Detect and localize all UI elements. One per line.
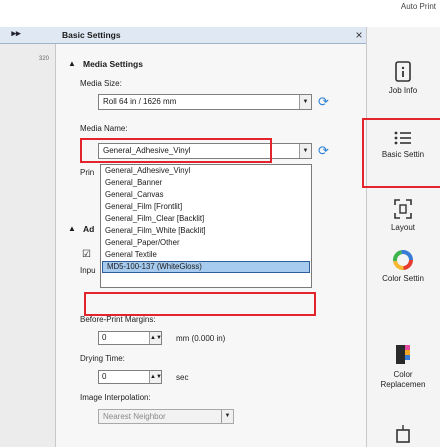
dropdown-option[interactable]: General_Adhesive_Vinyl <box>101 166 311 176</box>
dropdown-option[interactable]: General_Canvas <box>101 190 311 200</box>
refresh-media-size-icon[interactable]: ⟳ <box>318 95 329 109</box>
chevron-down-icon: ▼ <box>299 144 311 158</box>
color-replacement-icon <box>396 345 410 364</box>
before-print-margins-value: 0 <box>102 333 107 342</box>
close-button[interactable]: × <box>352 27 366 44</box>
crop-icon <box>396 425 410 443</box>
chevron-down-icon: ▼ <box>299 95 311 109</box>
image-interpolation-select[interactable]: Nearest Neighbor ▼ <box>98 409 234 424</box>
collapse-media-settings-icon[interactable]: ▲ <box>68 59 76 68</box>
dropdown-option[interactable]: General_Film [Frontlit] <box>101 202 311 212</box>
dropdown-option[interactable]: General_Film_White [Backlit] <box>101 226 311 236</box>
advanced-header-fragment[interactable]: Ad <box>83 224 94 234</box>
nav-item-color-settings[interactable]: Color Settin <box>366 248 440 284</box>
drying-time-label: Drying Time: <box>80 354 125 363</box>
nav-label-line2: Replacemen <box>380 380 426 389</box>
stepper-icon[interactable]: ▲▼ <box>149 371 162 383</box>
stepper-icon[interactable]: ▲▼ <box>149 332 162 344</box>
input-label-fragment: Inpu <box>80 266 96 275</box>
media-name-dropdown[interactable]: General_Adhesive_Vinyl General_Banner Ge… <box>100 164 312 288</box>
media-size-select[interactable]: Roll 64 in / 1626 mm ▼ <box>98 94 312 110</box>
nav-item-basic-settings[interactable]: Basic Settin <box>366 128 440 160</box>
drying-time-unit: sec <box>176 373 189 382</box>
refresh-media-name-icon[interactable]: ⟳ <box>318 144 329 158</box>
nav-item-next[interactable] <box>366 424 440 446</box>
nav-label: Color Settin <box>382 274 424 283</box>
media-name-label: Media Name: <box>80 124 128 133</box>
list-icon <box>394 131 411 145</box>
nav-item-layout[interactable]: Layout <box>366 197 440 233</box>
before-print-margins-label: Before-Print Margins: <box>80 315 156 324</box>
layout-icon <box>394 199 412 219</box>
dropdown-option[interactable]: General Textile <box>101 250 311 260</box>
image-interpolation-label: Image Interpolation: <box>80 393 151 402</box>
nav-label: Basic Settin <box>381 150 425 159</box>
panel-title: Basic Settings <box>62 30 121 40</box>
drying-time-value: 0 <box>102 372 107 381</box>
image-interpolation-value: Nearest Neighbor <box>103 412 166 421</box>
left-gutter <box>0 27 56 447</box>
media-settings-header[interactable]: Media Settings <box>83 59 143 69</box>
print-label-fragment: Prin <box>80 168 95 177</box>
dropdown-option[interactable]: General_Film_Clear [Backlit] <box>101 214 311 224</box>
advanced-checkbox[interactable]: ☑ <box>82 249 91 260</box>
nav-label: Layout <box>390 223 416 232</box>
chevron-down-icon: ▼ <box>221 410 233 423</box>
info-document-icon <box>395 61 411 82</box>
collapse-advanced-icon[interactable]: ▲ <box>68 224 76 233</box>
nav-item-color-replacement[interactable]: Color Replacemen <box>366 342 440 390</box>
auto-print-label[interactable]: Auto Print <box>401 2 436 11</box>
selected-option-highlight <box>84 292 316 316</box>
dropdown-option-selected[interactable]: MD5-100-137 (WhiteGloss) <box>102 261 310 273</box>
media-name-highlight <box>80 138 272 163</box>
color-wheel-icon <box>393 250 413 270</box>
nav-label: Color <box>393 370 413 379</box>
media-size-label: Media Size: <box>80 79 122 88</box>
media-size-value: Roll 64 in / 1626 mm <box>103 97 177 106</box>
nav-item-job-info[interactable]: Job Info <box>366 60 440 96</box>
collapse-panel-button[interactable]: ▸▸ <box>8 28 24 42</box>
before-print-margins-input[interactable]: 0 ▲▼ <box>98 331 162 345</box>
nav-label: Job Info <box>388 86 418 95</box>
dropdown-option[interactable]: General_Banner <box>101 178 311 188</box>
dropdown-option[interactable]: General_Paper/Other <box>101 238 311 248</box>
before-print-margins-unit: mm (0.000 in) <box>176 334 226 343</box>
top-strip <box>0 0 440 27</box>
drying-time-input[interactable]: 0 ▲▼ <box>98 370 162 384</box>
ruler-label: 320 <box>39 56 50 62</box>
